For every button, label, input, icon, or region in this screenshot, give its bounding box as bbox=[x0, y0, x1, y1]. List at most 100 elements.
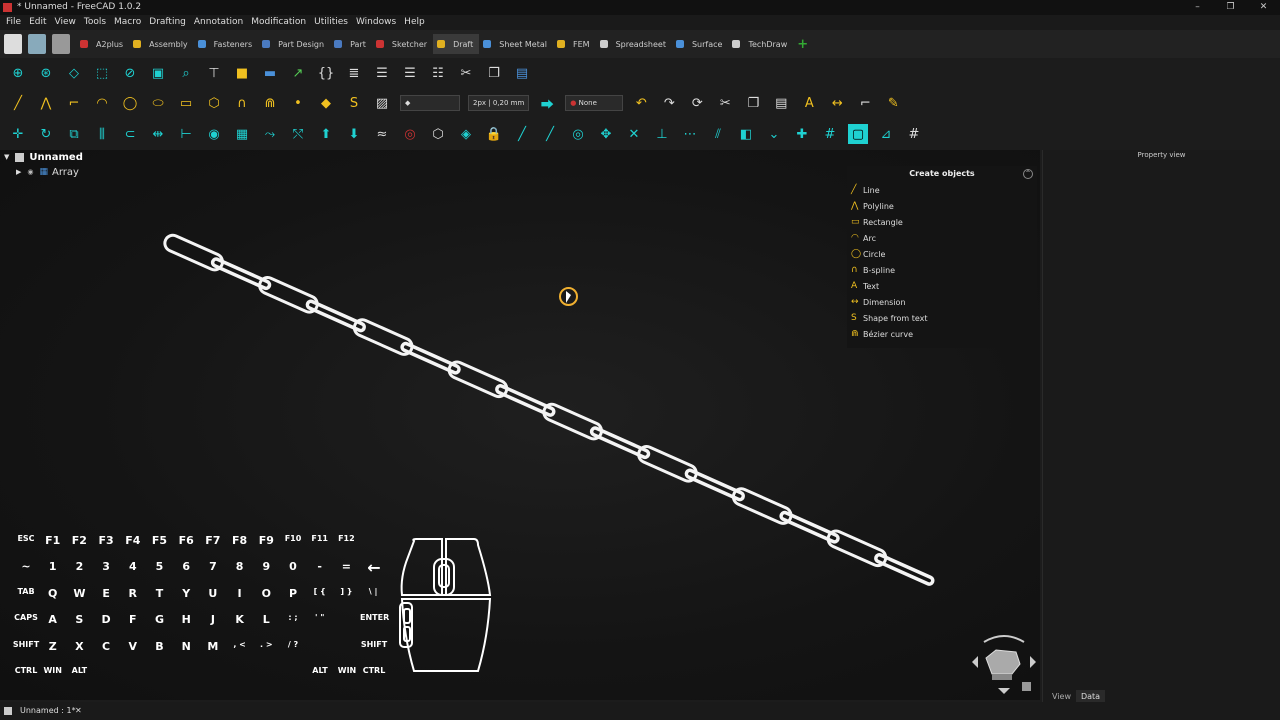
autogroup-icon[interactable]: ⮕ bbox=[537, 93, 557, 113]
stretch-icon[interactable]: ⇹ bbox=[148, 124, 168, 144]
line-icon[interactable]: ╱ bbox=[8, 93, 28, 113]
snap-center-icon[interactable]: ◎ bbox=[568, 124, 588, 144]
offset-icon[interactable]: ⊂ bbox=[120, 124, 140, 144]
select-filter-icon[interactable]: ⬚ bbox=[92, 63, 112, 83]
workbench-part[interactable]: Part bbox=[330, 34, 372, 54]
navigation-cube[interactable] bbox=[968, 628, 1040, 700]
create-polyline-item[interactable]: ⋀ Polyline bbox=[847, 198, 1037, 214]
draft-to-sketch-icon[interactable]: ◎ bbox=[400, 124, 420, 144]
dimension-icon[interactable]: ↔ bbox=[827, 93, 847, 113]
snap-lock-icon[interactable]: 🔒 bbox=[484, 124, 504, 144]
create-circle-item[interactable]: ◯ Circle bbox=[847, 246, 1037, 262]
arc-icon[interactable]: ◠ bbox=[92, 93, 112, 113]
close-button[interactable]: ✕ bbox=[1247, 0, 1280, 15]
create-bezier-item[interactable]: ⋒ Bézier curve bbox=[847, 326, 1037, 342]
menu-macro[interactable]: Macro bbox=[114, 15, 141, 30]
copy-icon[interactable]: ❐ bbox=[743, 93, 763, 113]
workbench-sheet-metal[interactable]: Sheet Metal bbox=[479, 34, 553, 54]
create-dimension-item[interactable]: ↔ Dimension bbox=[847, 294, 1037, 310]
snap-parallel-icon[interactable]: ⫽ bbox=[708, 124, 728, 144]
menu-windows[interactable]: Windows bbox=[356, 15, 396, 30]
layer-icon[interactable]: ≣ bbox=[344, 63, 364, 83]
link-icon[interactable]: ↗ bbox=[288, 63, 308, 83]
new-document-icon[interactable] bbox=[4, 34, 22, 54]
toggle-grid-icon[interactable]: # bbox=[904, 124, 924, 144]
group-folder-icon[interactable]: ▬ bbox=[260, 63, 280, 83]
bezier-icon[interactable]: ⋒ bbox=[260, 93, 280, 113]
snap-angle-icon[interactable]: ✥ bbox=[596, 124, 616, 144]
menu-view[interactable]: View bbox=[55, 15, 76, 30]
line-width-selector[interactable]: 2px | 0,20 mm bbox=[468, 95, 530, 111]
split-icon[interactable]: ⤲ bbox=[288, 124, 308, 144]
snap-working-plane-icon[interactable]: ▢ bbox=[848, 124, 868, 144]
tree-list2-icon[interactable]: ☰ bbox=[400, 63, 420, 83]
polygon-icon[interactable]: ⬡ bbox=[204, 93, 224, 113]
create-arc-item[interactable]: ◠ Arc bbox=[847, 230, 1037, 246]
snap-ortho-icon[interactable]: ✚ bbox=[792, 124, 812, 144]
tree-item-array[interactable]: ▶ ◉ ▦ Array bbox=[0, 165, 220, 180]
menu-tools[interactable]: Tools bbox=[84, 15, 106, 30]
menu-edit[interactable]: Edit bbox=[29, 15, 46, 30]
undo-icon[interactable]: ↶ bbox=[631, 93, 651, 113]
shape2dview-icon[interactable]: ⬡ bbox=[428, 124, 448, 144]
workbench-assembly[interactable]: Assembly bbox=[129, 34, 194, 54]
fillet-icon[interactable]: ⌐ bbox=[64, 93, 84, 113]
working-plane-selector[interactable]: ◆ bbox=[400, 95, 460, 111]
visibility-eye-icon[interactable]: ◉ bbox=[27, 165, 33, 180]
snap-endpoint-icon[interactable]: ╱ bbox=[512, 124, 532, 144]
snap-midpoint-icon[interactable]: ╱ bbox=[540, 124, 560, 144]
fit-all-icon[interactable]: ⊕ bbox=[8, 63, 28, 83]
clone-icon[interactable]: ◉ bbox=[204, 124, 224, 144]
copy-icon[interactable]: ❐ bbox=[484, 63, 504, 83]
downgrade-icon[interactable]: ⬇ bbox=[344, 124, 364, 144]
workbench-part-design[interactable]: Part Design bbox=[258, 34, 330, 54]
paste-icon[interactable]: ▤ bbox=[771, 93, 791, 113]
redo-icon[interactable]: ↷ bbox=[659, 93, 679, 113]
web-icon[interactable]: ▤ bbox=[512, 63, 532, 83]
workbench-draft[interactable]: Draft bbox=[433, 34, 480, 54]
circle-icon[interactable]: ◯ bbox=[120, 93, 140, 113]
tree-list-icon[interactable]: ☰ bbox=[372, 63, 392, 83]
measure-icon[interactable]: ⌕ bbox=[176, 63, 196, 83]
create-text-item[interactable]: A Text bbox=[847, 278, 1037, 294]
measure-tool-icon[interactable]: ⊤ bbox=[204, 63, 224, 83]
array-icon[interactable]: ▦ bbox=[232, 124, 252, 144]
save-document-icon[interactable] bbox=[52, 34, 70, 54]
menu-help[interactable]: Help bbox=[404, 15, 425, 30]
snap-dimensions-icon[interactable]: ⊿ bbox=[876, 124, 896, 144]
label-icon[interactable]: ⌐ bbox=[855, 93, 875, 113]
trimex-icon[interactable]: ⊢ bbox=[176, 124, 196, 144]
close-tab-icon[interactable]: ✕ bbox=[75, 702, 82, 720]
menu-utilities[interactable]: Utilities bbox=[314, 15, 348, 30]
workbench-spreadsheet[interactable]: Spreadsheet bbox=[596, 34, 672, 54]
snap-special-icon[interactable]: ◧ bbox=[736, 124, 756, 144]
tree-root-unnamed[interactable]: ▼ Unnamed bbox=[0, 150, 220, 165]
isometric-view-icon[interactable]: ◇ bbox=[64, 63, 84, 83]
annotation-style-icon[interactable]: ✎ bbox=[883, 93, 903, 113]
menu-file[interactable]: File bbox=[6, 15, 21, 30]
workbench-fasteners[interactable]: Fasteners bbox=[194, 34, 258, 54]
collapse-arrow-icon[interactable]: ▶ bbox=[16, 165, 21, 180]
expand-arrow-icon[interactable]: ▼ bbox=[4, 150, 9, 165]
workbench-a2plus[interactable]: A2plus bbox=[76, 34, 129, 54]
move-icon[interactable]: ✛ bbox=[8, 124, 28, 144]
facebinder-icon[interactable]: ◆ bbox=[316, 93, 336, 113]
part-icon[interactable]: ■ bbox=[232, 63, 252, 83]
mirror-icon[interactable]: ⫼ bbox=[92, 124, 112, 144]
create-bspline-item[interactable]: ∩ B-spline bbox=[847, 262, 1037, 278]
open-document-icon[interactable] bbox=[28, 34, 46, 54]
point-icon[interactable]: • bbox=[288, 93, 308, 113]
braces-icon[interactable]: {} bbox=[316, 63, 336, 83]
hatch-icon[interactable]: ▨ bbox=[372, 93, 392, 113]
polyline-icon[interactable]: ⋀ bbox=[36, 93, 56, 113]
shapestring-icon[interactable]: S bbox=[344, 93, 364, 113]
create-shapestring-item[interactable]: S Shape from text bbox=[847, 310, 1037, 326]
upgrade-icon[interactable]: ⬆ bbox=[316, 124, 336, 144]
minimize-button[interactable]: – bbox=[1181, 0, 1214, 15]
snap-grid-icon[interactable]: # bbox=[820, 124, 840, 144]
cut-icon[interactable]: ✂ bbox=[715, 93, 735, 113]
create-line-item[interactable]: ╱ Line bbox=[847, 182, 1037, 198]
std-views-icon[interactable]: ▣ bbox=[148, 63, 168, 83]
draw-style-icon[interactable]: ⊘ bbox=[120, 63, 140, 83]
snap-near-icon[interactable]: ⌄ bbox=[764, 124, 784, 144]
